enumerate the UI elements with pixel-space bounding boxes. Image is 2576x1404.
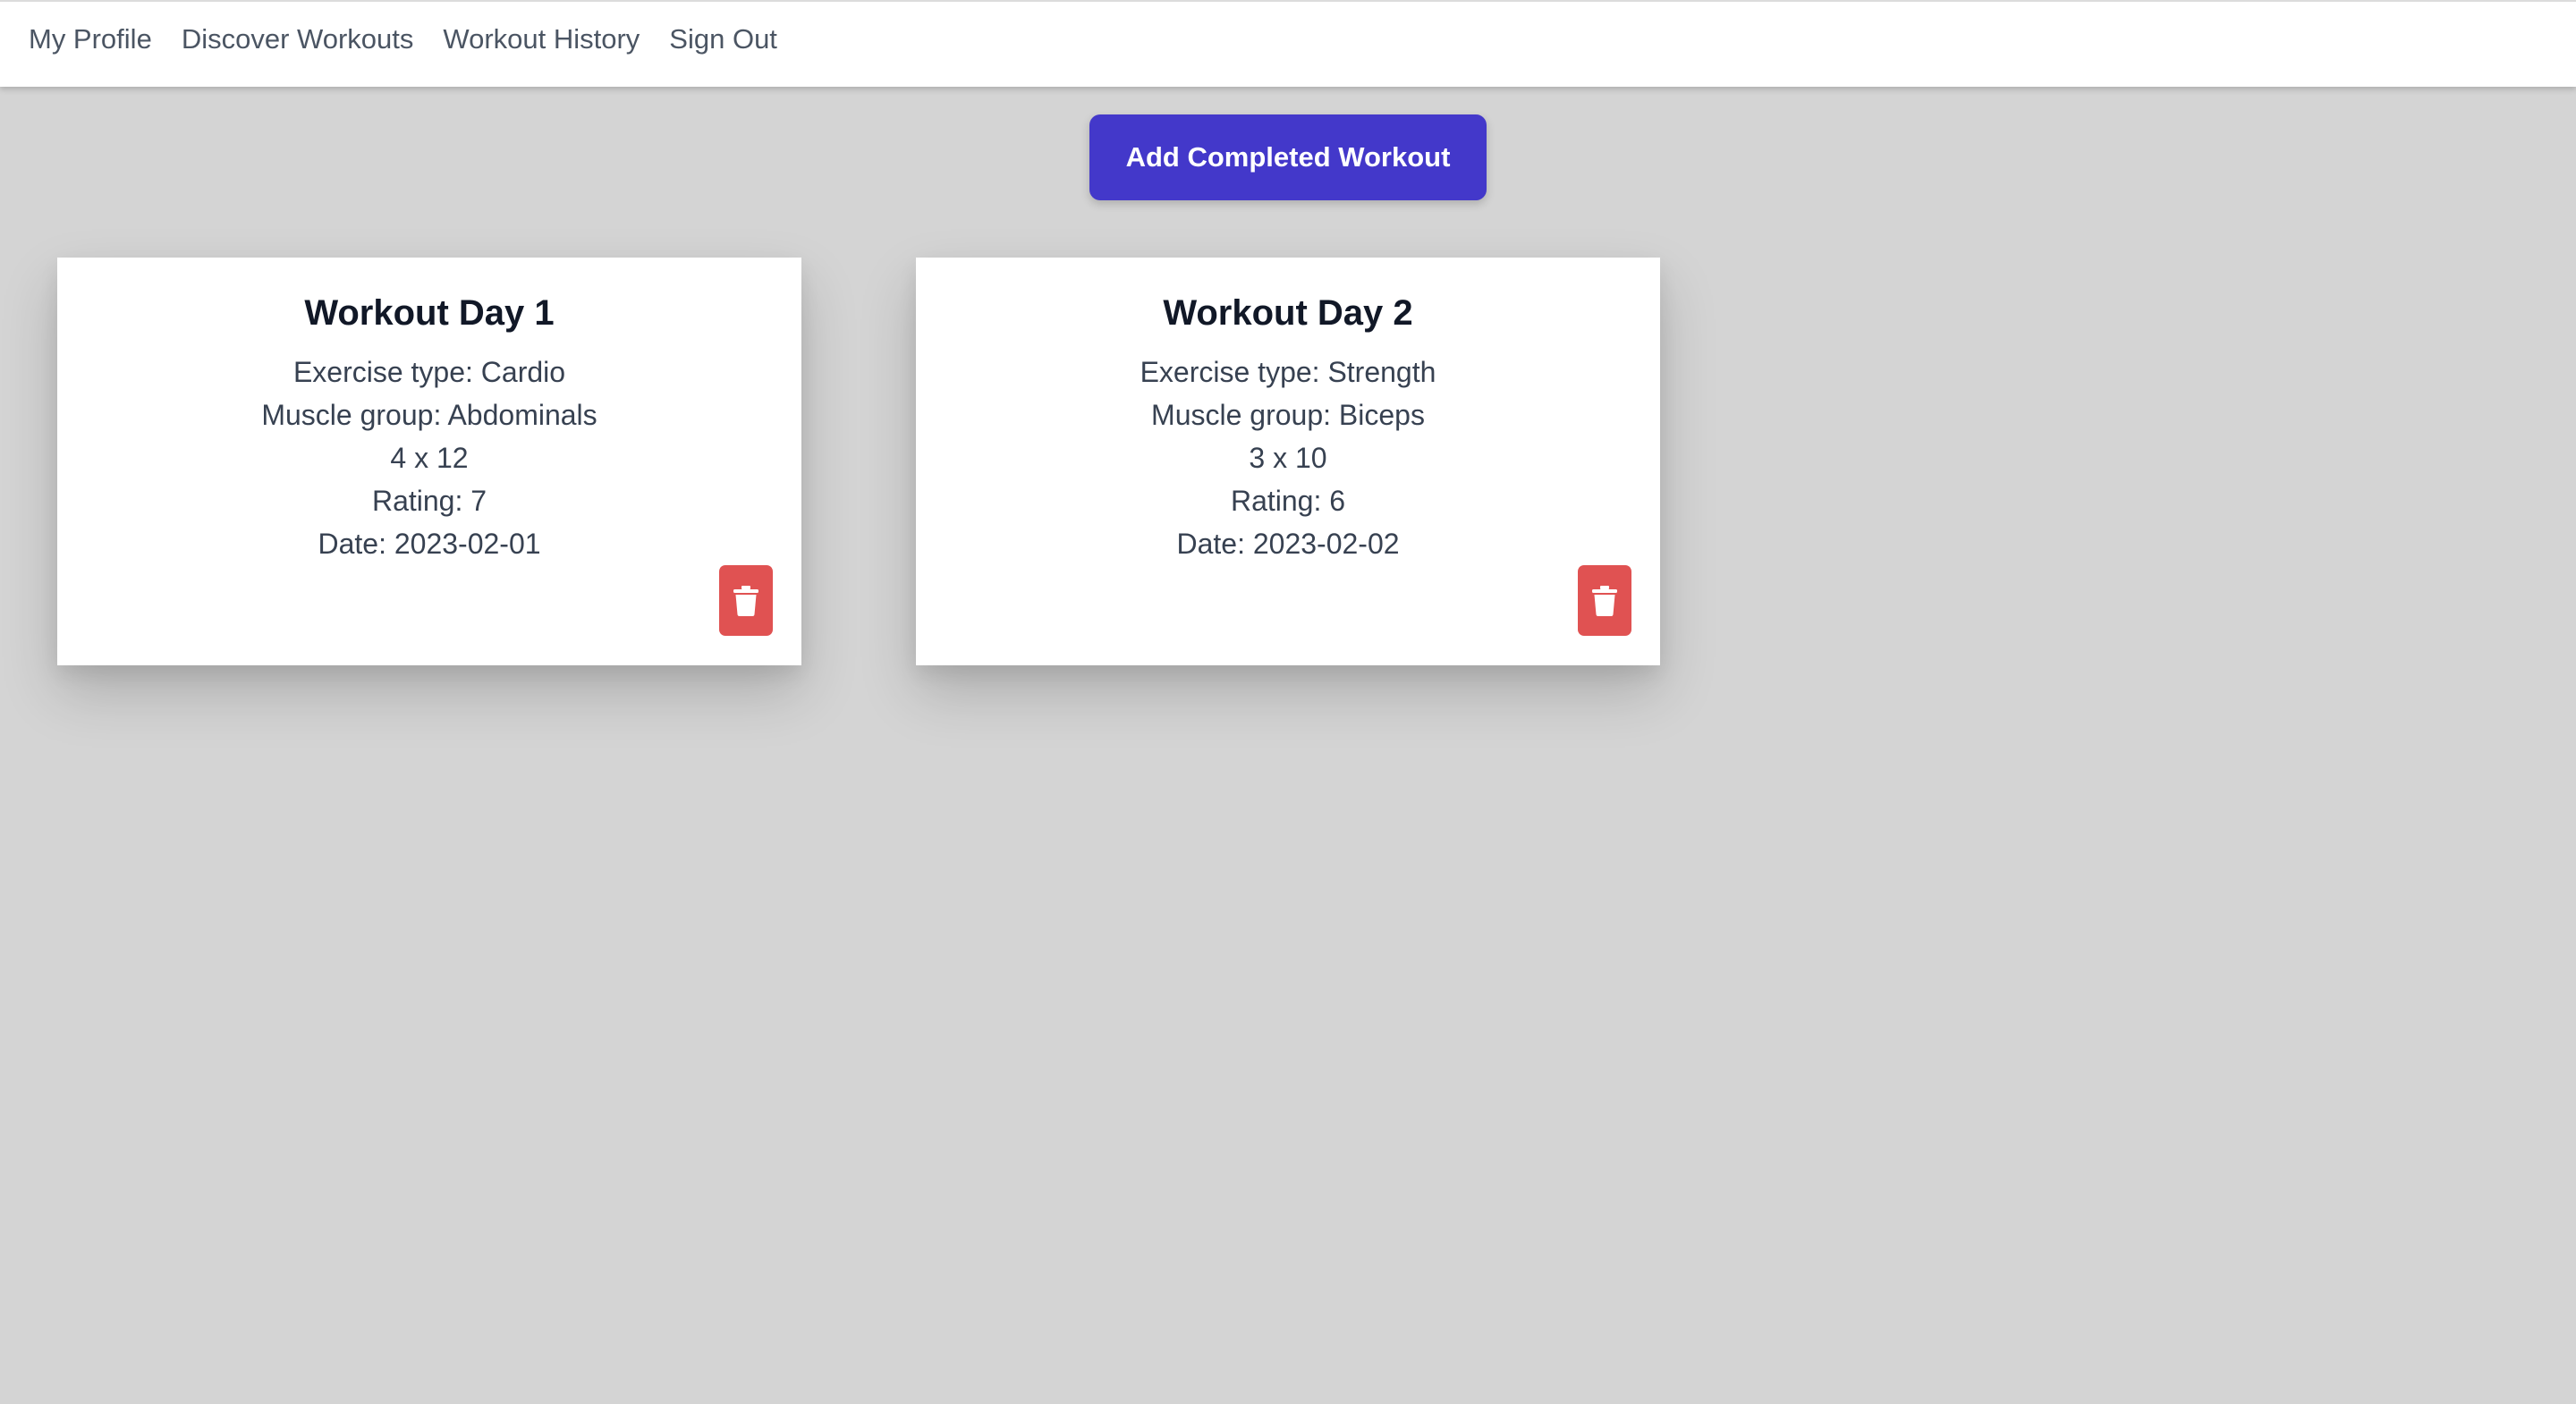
workout-card: Workout Day 2 Exercise type: Strength Mu… xyxy=(916,258,1660,665)
nav-discover-workouts[interactable]: Discover Workouts xyxy=(182,18,414,61)
workout-date: Date: 2023-02-02 xyxy=(1176,528,1400,560)
sets-reps: 4 x 12 xyxy=(390,442,469,474)
rating: Rating: 6 xyxy=(1230,485,1346,517)
exercise-type: Exercise type: Cardio xyxy=(292,356,566,388)
workout-title: Workout Day 2 xyxy=(1163,293,1413,333)
top-navbar: My Profile Discover Workouts Workout His… xyxy=(0,0,2576,87)
add-completed-workout-button[interactable]: Add Completed Workout xyxy=(1089,114,1487,200)
workout-details: Exercise type: Strength Muscle group: Bi… xyxy=(916,351,1660,565)
muscle-group: Muscle group: Abdominals xyxy=(261,399,597,431)
workout-title: Workout Day 1 xyxy=(304,293,555,333)
sets-reps: 3 x 10 xyxy=(1249,442,1327,474)
nav-workout-history[interactable]: Workout History xyxy=(443,18,640,61)
workout-details: Exercise type: Cardio Muscle group: Abdo… xyxy=(57,351,801,565)
rating: Rating: 7 xyxy=(371,485,487,517)
nav-links: My Profile Discover Workouts Workout His… xyxy=(29,18,777,61)
delete-workout-button[interactable] xyxy=(1578,565,1631,636)
nav-sign-out[interactable]: Sign Out xyxy=(669,18,777,61)
trash-icon xyxy=(733,585,758,616)
delete-workout-button[interactable] xyxy=(719,565,773,636)
workout-date: Date: 2023-02-01 xyxy=(318,528,541,560)
workout-card: Workout Day 1 Exercise type: Cardio Musc… xyxy=(57,258,801,665)
nav-my-profile[interactable]: My Profile xyxy=(29,18,152,61)
trash-icon xyxy=(1592,585,1617,616)
muscle-group: Muscle group: Biceps xyxy=(1151,399,1425,431)
exercise-type: Exercise type: Strength xyxy=(1140,356,1436,388)
